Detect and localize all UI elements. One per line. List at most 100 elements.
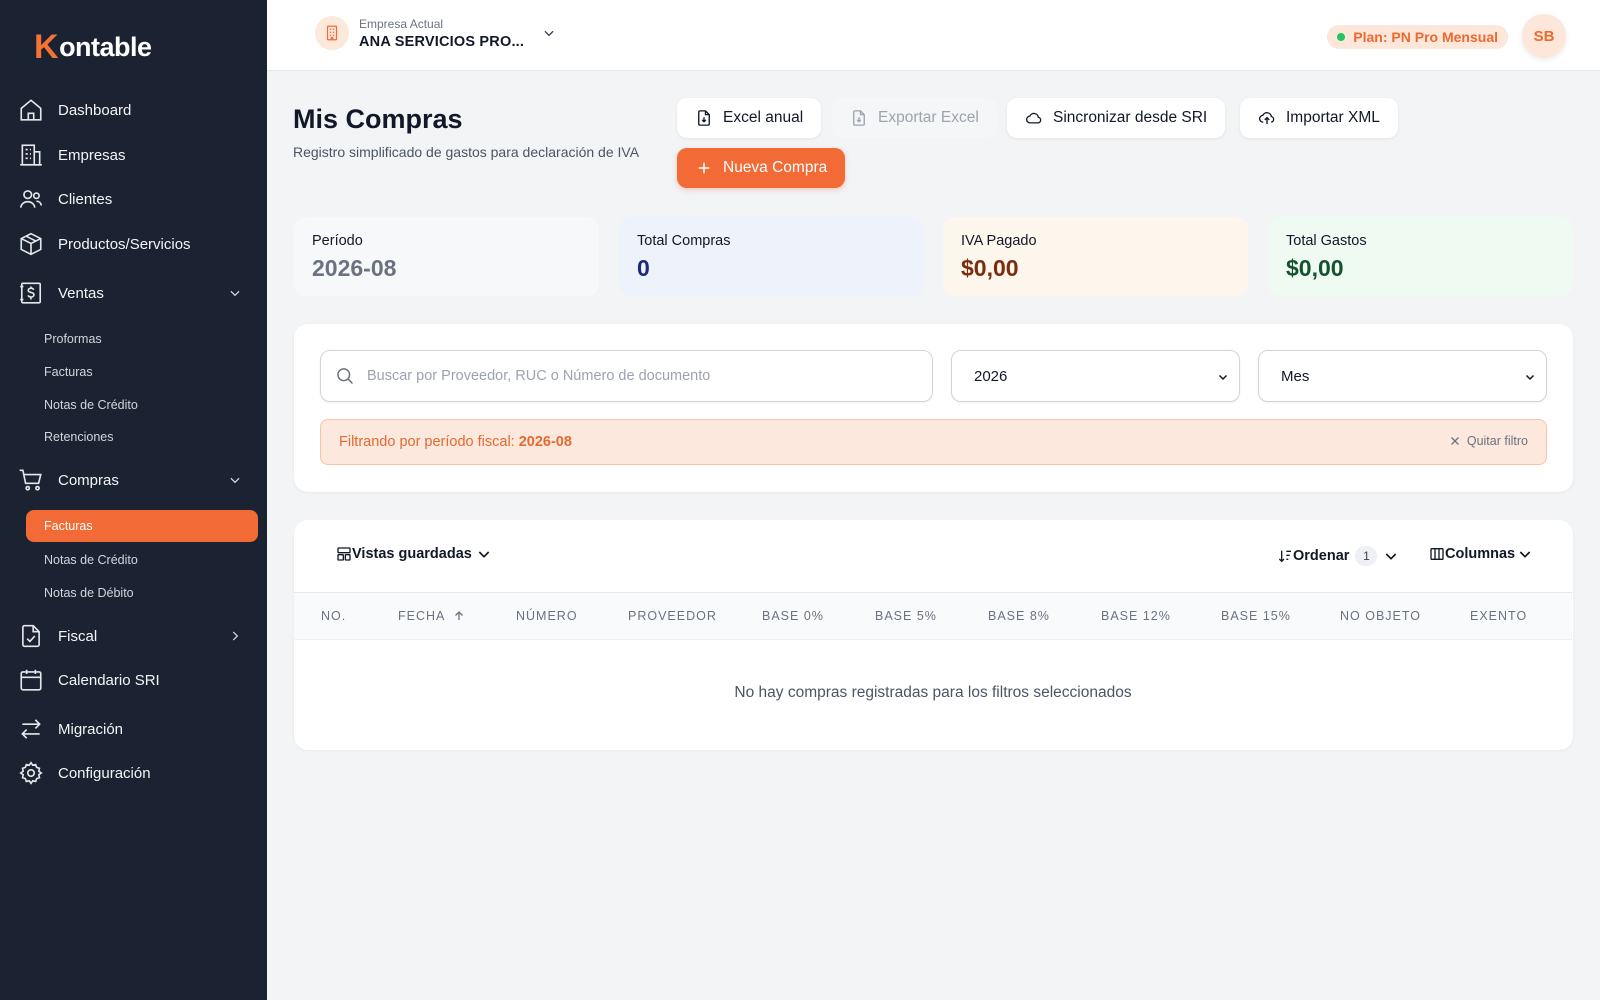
arrow-up-icon [445, 610, 465, 622]
sidebar-item-migracion[interactable]: Migración [18, 712, 258, 746]
stat-card-total-compras: Total Compras 0 [619, 217, 924, 296]
stat-value: $0,00 [1286, 255, 1344, 281]
stat-label: Total Compras [637, 233, 731, 249]
empty-state-message: No hay compras registradas para los filt… [734, 684, 1132, 701]
users-icon [18, 186, 44, 212]
sidebar-item-fiscal[interactable]: Fiscal [18, 619, 258, 653]
active-filter-banner: Filtrando por período fiscal: 2026-08 Qu… [320, 419, 1547, 465]
stat-card-total-gastos: Total Gastos $0,00 [1268, 217, 1573, 296]
sort-label: Ordenar [1293, 548, 1350, 564]
company-selector[interactable]: Empresa Actual ANA SERVICIOS PRO... [315, 16, 556, 50]
sidebar-item-configuracion[interactable]: Configuración [18, 756, 258, 790]
page-subtitle: Registro simplificado de gastos para dec… [293, 144, 640, 160]
search-input[interactable]: Buscar por Proveedor, RUC o Número de do… [320, 350, 933, 402]
excel-anual-button[interactable]: Excel anual [677, 98, 822, 138]
column-header-base-12[interactable]: BASE 12% [1101, 609, 1171, 623]
sidebar-item-clientes[interactable]: Clientes [18, 182, 258, 216]
sidebar-subitem-compras-facturas[interactable]: Facturas [26, 510, 258, 542]
column-header-base-0[interactable]: BASE 0% [762, 609, 824, 623]
sincronizar-sri-label: Sincronizar desde SRI [1053, 109, 1208, 126]
sidebar-item-compras[interactable]: Compras [18, 463, 258, 497]
column-header-fecha[interactable]: FECHA [398, 609, 465, 623]
cart-icon [18, 467, 44, 493]
close-icon [1450, 437, 1459, 445]
company-name: ANA SERVICIOS PRO... [359, 33, 525, 50]
calendar-icon [18, 667, 44, 693]
sincronizar-sri-button[interactable]: Sincronizar desde SRI [1007, 98, 1226, 138]
columns-icon [1429, 546, 1445, 562]
column-header-base-8[interactable]: BASE 8% [988, 609, 1050, 623]
building-icon [18, 142, 44, 168]
app-logo[interactable]: K ontable [34, 28, 152, 67]
sort-count-badge: 1 [1355, 546, 1378, 566]
sidebar-subitem-notas-debito[interactable]: Notas de Débito [26, 577, 258, 609]
month-select[interactable]: Mes [1258, 350, 1547, 402]
columns-button[interactable]: Columnas [1429, 546, 1533, 562]
top-bar: Empresa Actual ANA SERVICIOS PRO... Plan… [267, 0, 1600, 71]
sidebar-item-label: Configuración [58, 764, 151, 782]
filter-banner-text: Filtrando por período fiscal: [339, 434, 515, 450]
file-download-icon [695, 109, 713, 127]
sidebar-item-ventas[interactable]: Ventas [18, 276, 258, 310]
saved-views-label: Vistas guardadas [352, 546, 472, 562]
column-header-base-15[interactable]: BASE 15% [1221, 609, 1291, 623]
stat-value: $0,00 [961, 255, 1019, 281]
column-header-numero[interactable]: NÚMERO [516, 609, 578, 623]
excel-anual-label: Excel anual [723, 109, 804, 126]
page-title: Mis Compras [293, 104, 463, 134]
stat-card-iva-pagado: IVA Pagado $0,00 [943, 217, 1248, 296]
sidebar-subitem-retenciones[interactable]: Retenciones [26, 421, 258, 453]
sidebar-subitem-ventas-facturas[interactable]: Facturas [26, 356, 258, 388]
layout-icon [336, 546, 352, 562]
swap-icon [18, 716, 44, 742]
exportar-excel-button[interactable]: Exportar Excel [832, 98, 997, 138]
company-building-icon [315, 16, 349, 50]
chevron-down-icon [476, 546, 492, 562]
sort-icon [1277, 548, 1293, 564]
chevron-down-icon [1217, 371, 1229, 383]
home-icon [18, 97, 44, 123]
year-select[interactable]: 2026 [951, 350, 1240, 402]
clear-filter-button[interactable]: Quitar filtro [1449, 434, 1528, 448]
stat-value: 2026-08 [312, 255, 397, 281]
sidebar-item-productos[interactable]: Productos/Servicios [18, 227, 258, 261]
sidebar-item-label: Migración [58, 720, 124, 738]
clear-filter-label: Quitar filtro [1466, 434, 1528, 448]
column-header-no[interactable]: NO. [321, 609, 346, 623]
year-select-value: 2026 [974, 367, 1008, 385]
importar-xml-label: Importar XML [1286, 109, 1380, 126]
column-header-exento[interactable]: EXENTO [1470, 609, 1527, 623]
sidebar-item-empresas[interactable]: Empresas [18, 138, 258, 172]
column-header-no-objeto[interactable]: NO OBJETO [1340, 609, 1421, 623]
sidebar-item-label: Compras [58, 471, 119, 489]
sort-button[interactable]: Ordenar 1 [1277, 546, 1399, 566]
plus-icon [695, 159, 713, 177]
user-avatar[interactable]: SB [1522, 14, 1566, 58]
column-header-base-5[interactable]: BASE 5% [875, 609, 937, 623]
sidebar-subitem-compras-notas-credito[interactable]: Notas de Crédito [26, 544, 258, 576]
chevron-down-icon [542, 26, 556, 40]
chevron-down-icon [1524, 371, 1536, 383]
sidebar-subitem-proformas[interactable]: Proformas [26, 323, 258, 355]
column-header-proveedor[interactable]: PROVEEDOR [628, 609, 717, 623]
sidebar-item-dashboard[interactable]: Dashboard [18, 93, 258, 127]
sidebar-item-label: Calendario SRI [58, 671, 160, 689]
sidebar-subitem-ventas-notas-credito[interactable]: Notas de Crédito [26, 389, 258, 421]
chevron-down-icon [1517, 546, 1533, 562]
sidebar: K ontable Dashboard Empresas Clientes Pr… [0, 0, 267, 1000]
sidebar-item-calendario-sri[interactable]: Calendario SRI [18, 663, 258, 697]
nueva-compra-button[interactable]: Nueva Compra [677, 148, 846, 188]
sidebar-item-label: Dashboard [58, 101, 132, 119]
stat-label: IVA Pagado [961, 233, 1037, 249]
table-header: NO. FECHA NÚMERO PROVEEDOR BASE 0% BASE … [294, 592, 1572, 640]
filter-banner-value: 2026-08 [518, 434, 572, 450]
file-download-icon [850, 109, 868, 127]
importar-xml-button[interactable]: Importar XML [1240, 98, 1398, 138]
column-header-label: FECHA [398, 609, 446, 623]
sidebar-item-label: Ventas [58, 284, 104, 302]
stat-card-periodo: Período 2026-08 [294, 217, 599, 296]
saved-views-button[interactable]: Vistas guardadas [336, 546, 492, 562]
sidebar-item-label: Fiscal [58, 627, 98, 645]
chevron-down-icon [228, 473, 242, 487]
search-placeholder: Buscar por Proveedor, RUC o Número de do… [367, 368, 711, 384]
